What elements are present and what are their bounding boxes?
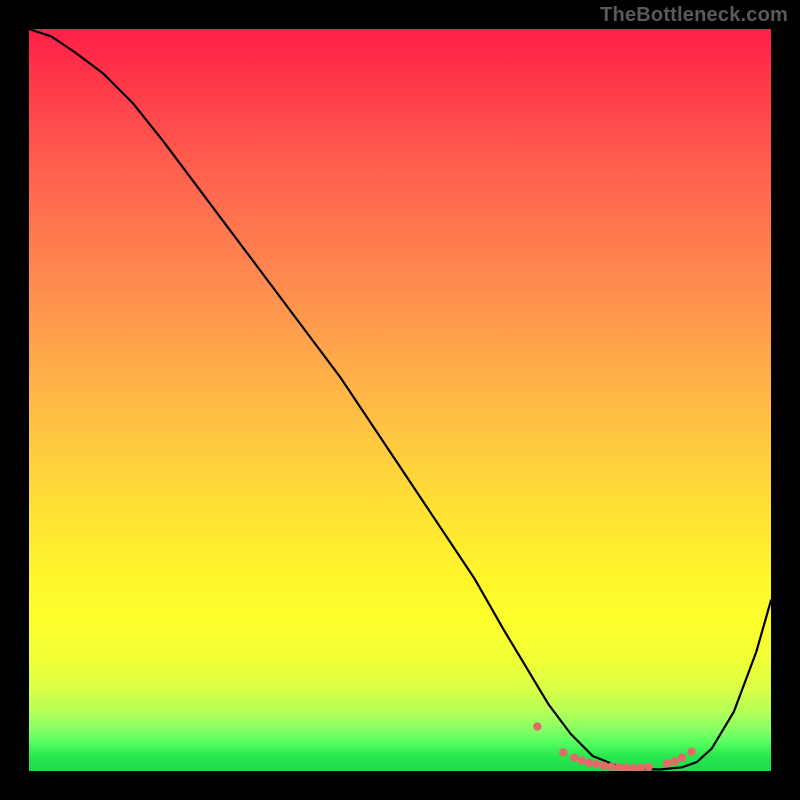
trough-marker [678, 753, 686, 761]
trough-marker [585, 759, 593, 767]
trough-marker [533, 722, 541, 730]
trough-marker [607, 762, 615, 770]
trough-marker [578, 756, 586, 764]
trough-marker [630, 764, 638, 771]
trough-marker [622, 763, 630, 771]
trough-marker [687, 748, 695, 756]
trough-marker [663, 759, 671, 767]
trough-marker [670, 757, 678, 765]
trough-marker [637, 763, 645, 771]
bottleneck-curve [29, 29, 771, 771]
trough-marker [570, 753, 578, 761]
chart-plot-area [29, 29, 771, 771]
trough-marker [592, 760, 600, 768]
watermark-text: TheBottleneck.com [600, 4, 788, 27]
trough-marker [559, 748, 567, 756]
trough-marker [644, 763, 652, 771]
trough-marker [600, 762, 608, 770]
